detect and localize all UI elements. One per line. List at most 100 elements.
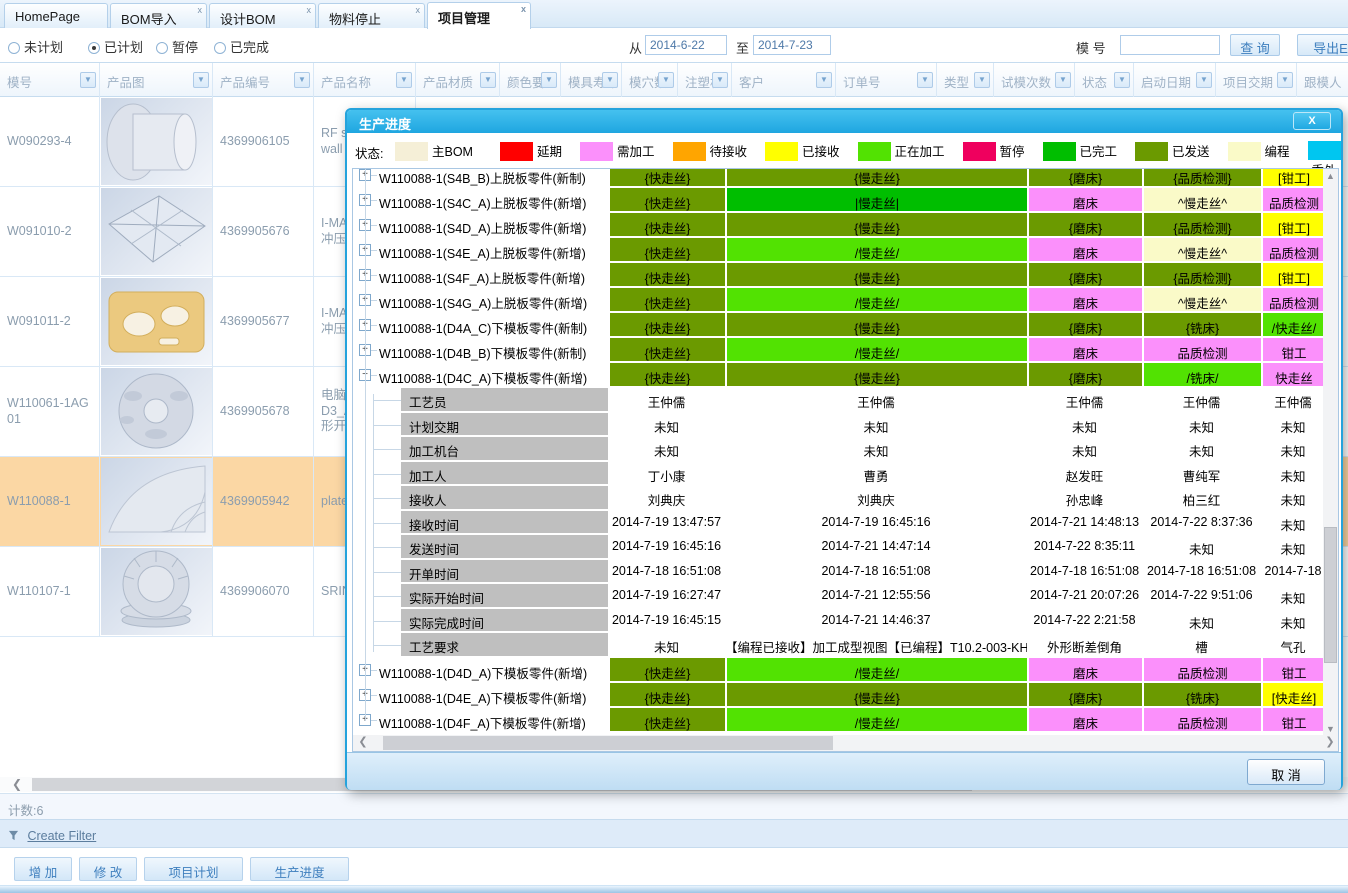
process-cell[interactable]: {快走丝} — [608, 658, 725, 683]
process-cell[interactable]: 品质检测 — [1142, 338, 1261, 363]
scroll-right-icon[interactable]: ❯ — [1322, 735, 1338, 751]
filter-dropdown-icon[interactable]: ▼ — [816, 72, 832, 88]
process-cell[interactable]: [钳工] — [1261, 213, 1325, 238]
scroll-left-icon[interactable]: ❮ — [355, 735, 371, 751]
filter-dropdown-icon[interactable]: ▼ — [1196, 72, 1212, 88]
radio-circle[interactable] — [88, 42, 100, 54]
filter-dropdown-icon[interactable]: ▼ — [1114, 72, 1130, 88]
filter-dropdown-icon[interactable]: ▼ — [712, 72, 728, 88]
create-filter-link[interactable]: Create Filter — [27, 829, 96, 843]
tree-node-row[interactable]: +W110088-1(D4B_B)下模板零件(新制){快走丝}/慢走丝/磨床品质… — [353, 338, 1325, 363]
radio-已完成[interactable]: 已完成 — [214, 37, 269, 56]
tree-node-row[interactable]: +W110088-1(S4B_B)上脱板零件(新制){快走丝}{慢走丝}{磨床}… — [353, 168, 1325, 188]
process-cell[interactable]: 磨床 — [1027, 708, 1142, 733]
filter-dropdown-icon[interactable]: ▼ — [480, 72, 496, 88]
column-header-订单号[interactable]: 订单号▼ — [836, 63, 937, 97]
project-plan-button[interactable]: 项目计划 — [144, 857, 243, 881]
tab-物料停止[interactable]: 物料停止x — [318, 3, 425, 28]
filter-dropdown-icon[interactable]: ▼ — [917, 72, 933, 88]
process-cell[interactable]: 磨床 — [1027, 238, 1142, 263]
process-cell[interactable]: /慢走丝/ — [725, 288, 1027, 313]
process-cell[interactable]: [钳工] — [1261, 263, 1325, 288]
column-header-客户[interactable]: 客户▼ — [732, 63, 836, 97]
process-cell[interactable]: {快走丝} — [608, 363, 725, 388]
tree-node-row[interactable]: +W110088-1(S4C_A)上脱板零件(新增){快走丝}|慢走丝|磨床^慢… — [353, 188, 1325, 213]
process-cell[interactable]: {品质检测} — [1142, 213, 1261, 238]
scroll-up-icon[interactable]: ▲ — [1323, 169, 1338, 184]
column-header-类型[interactable]: 类型▼ — [937, 63, 994, 97]
tree-node-row[interactable]: +W110088-1(S4E_A)上脱板零件(新增){快走丝}/慢走丝/磨床^慢… — [353, 238, 1325, 263]
radio-暂停[interactable]: 暂停 — [156, 37, 198, 56]
filter-dropdown-icon[interactable]: ▼ — [1055, 72, 1071, 88]
process-cell[interactable]: {慢走丝} — [725, 313, 1027, 338]
scrollbar-thumb[interactable] — [383, 736, 833, 750]
tree-node-row[interactable]: +W110088-1(D4F_A)下模板零件(新增){快走丝}/慢走丝/磨床品质… — [353, 708, 1325, 733]
radio-已计划[interactable]: 已计划 — [88, 37, 143, 56]
column-header-产品名称[interactable]: 产品名称▼ — [314, 63, 416, 97]
filter-dropdown-icon[interactable]: ▼ — [193, 72, 209, 88]
process-cell[interactable]: {品质检测} — [1142, 168, 1261, 188]
scrollbar-thumb[interactable] — [1324, 527, 1337, 663]
close-icon[interactable]: X — [1293, 112, 1331, 130]
process-cell[interactable]: {慢走丝} — [725, 683, 1027, 708]
tree-node-row[interactable]: −W110088-1(D4C_A)下模板零件(新增){快走丝}{慢走丝}{磨床}… — [353, 363, 1325, 388]
process-cell[interactable]: {磨床} — [1027, 168, 1142, 188]
column-header-注塑机[interactable]: 注塑机▼ — [678, 63, 732, 97]
process-cell[interactable]: {慢走丝} — [725, 213, 1027, 238]
column-header-状态[interactable]: 状态▼ — [1075, 63, 1134, 97]
radio-circle[interactable] — [156, 42, 168, 54]
tab-设计BOM[interactable]: 设计BOMx — [209, 3, 316, 28]
tab-close-icon[interactable]: x — [307, 5, 312, 15]
tab-close-icon[interactable]: x — [198, 5, 203, 15]
process-cell[interactable]: {快走丝} — [608, 708, 725, 733]
cancel-button[interactable]: 取 消 — [1247, 759, 1325, 785]
process-cell[interactable]: 钳工 — [1261, 708, 1325, 733]
process-cell[interactable]: [快走丝] — [1261, 683, 1325, 708]
scroll-left-icon[interactable]: ❮ — [8, 777, 26, 792]
process-cell[interactable]: /铣床/ — [1142, 363, 1261, 388]
process-cell[interactable]: {快走丝} — [608, 263, 725, 288]
process-cell[interactable]: {品质检测} — [1142, 263, 1261, 288]
filter-dropdown-icon[interactable]: ▼ — [396, 72, 412, 88]
column-header-模具寿命[interactable]: 模具寿命▼ — [561, 63, 622, 97]
tree-vertical-scrollbar[interactable]: ▲ ▼ — [1323, 169, 1338, 737]
tree-node-row[interactable]: +W110088-1(D4E_A)下模板零件(新增){快走丝}{慢走丝}{磨床}… — [353, 683, 1325, 708]
process-cell[interactable]: {快走丝} — [608, 338, 725, 363]
tab-HomePage[interactable]: HomePage — [4, 3, 108, 28]
process-cell[interactable]: 品质检测 — [1142, 708, 1261, 733]
process-cell[interactable]: ^慢走丝^ — [1142, 288, 1261, 313]
process-cell[interactable]: {磨床} — [1027, 683, 1142, 708]
radio-未计划[interactable]: 未计划 — [8, 37, 63, 56]
process-cell[interactable]: {慢走丝} — [725, 363, 1027, 388]
add-button[interactable]: 增 加 — [14, 857, 72, 881]
tree-node-row[interactable]: +W110088-1(D4A_C)下模板零件(新制){快走丝}{慢走丝}{磨床}… — [353, 313, 1325, 338]
process-cell[interactable]: {磨床} — [1027, 313, 1142, 338]
production-progress-button[interactable]: 生产进度 — [250, 857, 349, 881]
process-cell[interactable]: {磨床} — [1027, 263, 1142, 288]
process-cell[interactable]: {快走丝} — [608, 288, 725, 313]
modify-button[interactable]: 修 改 — [79, 857, 137, 881]
process-cell[interactable]: /慢走丝/ — [725, 238, 1027, 263]
process-cell[interactable]: /慢走丝/ — [725, 658, 1027, 683]
column-header-产品编号[interactable]: 产品编号▼ — [213, 63, 314, 97]
process-cell[interactable]: {磨床} — [1027, 213, 1142, 238]
process-cell[interactable]: {慢走丝} — [725, 168, 1027, 188]
tab-close-icon[interactable]: x — [416, 5, 421, 15]
tree-node-row[interactable]: +W110088-1(S4G_A)上脱板零件(新增){快走丝}/慢走丝/磨床^慢… — [353, 288, 1325, 313]
tree-node-row[interactable]: +W110088-1(S4F_A)上脱板零件(新增){快走丝}{慢走丝}{磨床}… — [353, 263, 1325, 288]
tree-node-row[interactable]: +W110088-1(S4D_A)上脱板零件(新增){快走丝}{慢走丝}{磨床}… — [353, 213, 1325, 238]
column-header-启动日期[interactable]: 启动日期▼ — [1134, 63, 1216, 97]
tab-项目管理[interactable]: 项目管理x — [427, 2, 531, 29]
column-header-颜色要求[interactable]: 颜色要求▼ — [500, 63, 561, 97]
tab-BOM导入[interactable]: BOM导入x — [110, 3, 207, 28]
process-cell[interactable]: |慢走丝| — [725, 188, 1027, 213]
process-cell[interactable]: {快走丝} — [608, 168, 725, 188]
filter-dropdown-icon[interactable]: ▼ — [541, 72, 557, 88]
process-cell[interactable]: {快走丝} — [608, 188, 725, 213]
process-cell[interactable]: [钳工] — [1261, 168, 1325, 188]
process-cell[interactable]: {铣床} — [1142, 313, 1261, 338]
column-header-模穴数[interactable]: 模穴数▼ — [622, 63, 678, 97]
process-cell[interactable]: 磨床 — [1027, 188, 1142, 213]
process-cell[interactable]: {快走丝} — [608, 683, 725, 708]
filter-dropdown-icon[interactable]: ▼ — [294, 72, 310, 88]
